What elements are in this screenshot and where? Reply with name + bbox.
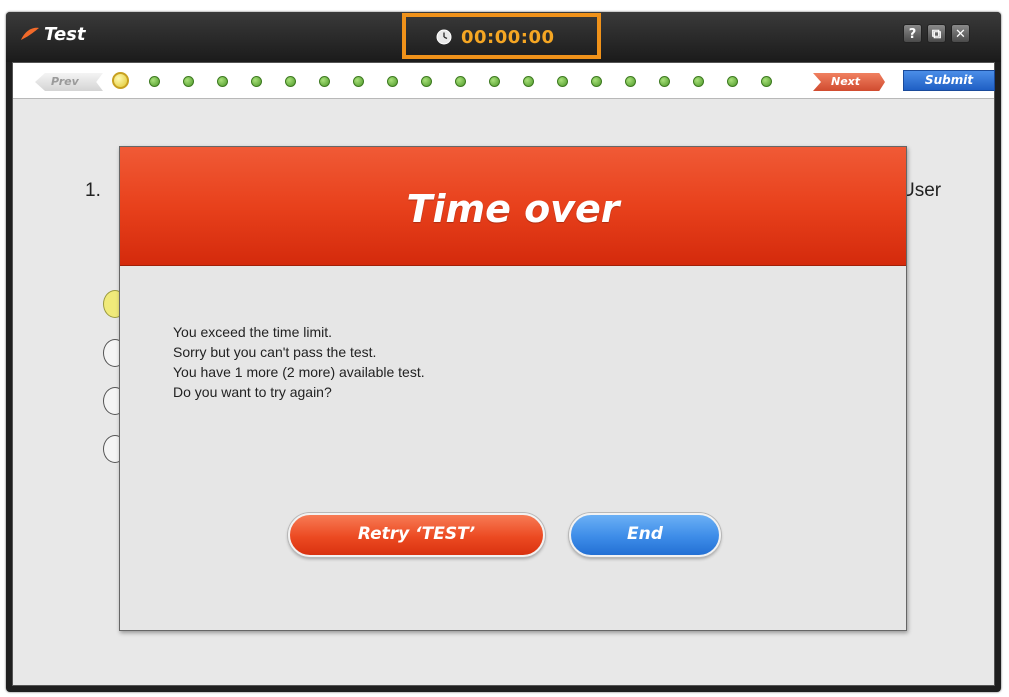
question-dot[interactable] [727,76,738,87]
message-line: Sorry but you can't pass the test. [173,344,377,360]
message-line: You exceed the time limit. [173,324,333,340]
end-button[interactable]: End [569,513,721,557]
timer-highlight: 00:00:00 [402,13,601,59]
restore-button[interactable]: ⧉ [927,24,946,43]
question-dot[interactable] [761,76,772,87]
dialog-message: You exceed the time limit. Sorry but you… [173,322,425,402]
question-dot[interactable] [625,76,636,87]
question-dot[interactable] [557,76,568,87]
question-dot[interactable] [285,76,296,87]
retry-button[interactable]: Retry ‘TEST’ [288,513,545,557]
question-dot[interactable] [455,76,466,87]
dialog-header: Time over [120,147,906,266]
question-dot[interactable] [489,76,500,87]
question-navigation: Prev Next Submit [13,63,995,99]
brand-logo-icon [21,27,39,40]
close-button[interactable]: ✕ [951,24,970,43]
app-title: Test [44,24,86,45]
question-dot[interactable] [149,76,160,87]
question-dot[interactable] [217,76,228,87]
prev-button[interactable]: Prev [35,73,103,91]
question-dot[interactable] [523,76,534,87]
question-dot[interactable] [421,76,432,87]
question-dot[interactable] [112,72,129,89]
test-content: Prev Next Submit 1. User Time over You e… [12,62,995,686]
dialog-title: Time over [406,187,620,231]
submit-button[interactable]: Submit [903,70,995,91]
question-dot[interactable] [659,76,670,87]
question-dot[interactable] [693,76,704,87]
question-dot[interactable] [183,76,194,87]
question-number: 1. [85,180,101,201]
test-window: Test 00:00:00 ? ⧉ ✕ Prev Next Submit 1. … [6,12,1001,692]
question-text-fragment: User [901,180,942,201]
question-dot[interactable] [387,76,398,87]
message-line: Do you want to try again? [173,384,332,400]
clock-icon [436,29,452,45]
message-line: You have 1 more (2 more) available test. [173,364,425,380]
question-dot[interactable] [591,76,602,87]
question-dot[interactable] [319,76,330,87]
title-bar: Test 00:00:00 ? ⧉ ✕ [6,12,1001,62]
timer-display: 00:00:00 [461,27,555,48]
help-button[interactable]: ? [903,24,922,43]
question-dot[interactable] [353,76,364,87]
question-dot[interactable] [251,76,262,87]
time-over-dialog: Time over You exceed the time limit. Sor… [119,146,907,631]
next-button[interactable]: Next [813,73,885,91]
